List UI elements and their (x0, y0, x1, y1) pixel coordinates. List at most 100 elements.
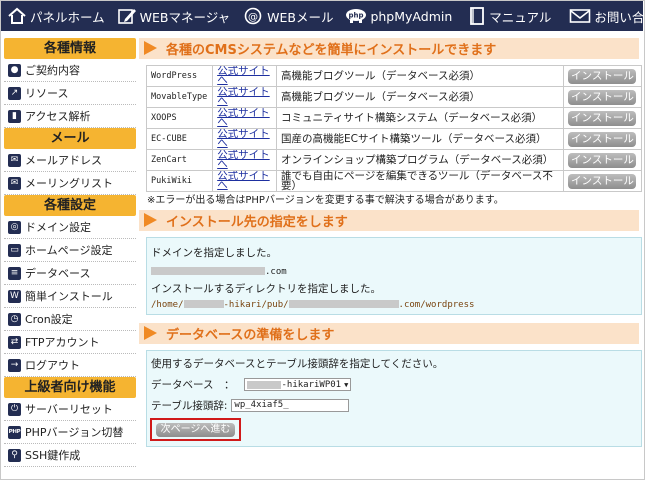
nav-home-label: パネルホーム (30, 9, 105, 25)
directory-path-part: .com/wordpress (398, 300, 475, 310)
sidebar-item-label: メーリングリスト (25, 177, 113, 190)
official-site-link[interactable]: 公式サイトへ (217, 109, 270, 128)
sidebar-item-domain[interactable]: ◎ ドメイン設定 (4, 216, 136, 239)
sidebar-item-logout[interactable]: → ログアウト (4, 354, 136, 377)
sidebar-item-mailing-list[interactable]: ✉ メーリングリスト (4, 172, 136, 195)
chevron-down-icon: ▼ (344, 380, 349, 389)
database-row: データベース ： -hikariWP01 ▼ (147, 376, 641, 393)
arrow-right-icon (144, 213, 157, 227)
install-button[interactable]: インストール (568, 131, 637, 147)
table-row: XOOPS 公式サイトへ コミュニティサイト構築システム（データベース必須） イ… (145, 107, 643, 129)
sidebar-item-label: ログアウト (25, 359, 80, 372)
official-site-link[interactable]: 公式サイトへ (217, 67, 270, 86)
official-site-link[interactable]: 公式サイトへ (217, 88, 270, 107)
sidebar-item-easy-install[interactable]: W 簡単インストール (4, 285, 136, 308)
sidebar-item-database[interactable]: ≡ データベース (4, 262, 136, 285)
arrow-right-icon (144, 326, 157, 340)
nav-manual[interactable]: マニュアル (456, 1, 555, 31)
install-button[interactable]: インストール (568, 89, 637, 105)
nav-phpmyadmin-label: phpMyAdmin (370, 8, 453, 24)
nav-home[interactable]: パネルホーム (1, 1, 109, 31)
sidebar-item-cron[interactable]: ◷ Cron設定 (4, 308, 136, 331)
php-elephant-icon: php (346, 9, 367, 23)
cms-name: EC-CUBE (145, 128, 214, 150)
cms-btn-cell: インストール (562, 149, 643, 171)
cms-site-cell: 公式サイトへ (212, 107, 278, 129)
prefix-input[interactable]: wp_4xiaf5_ (231, 399, 350, 412)
cms-desc: 高機能ブログツール（データベース必須） (276, 65, 564, 87)
install-button[interactable]: インストール (568, 68, 637, 84)
database-icon: ≡ (8, 266, 21, 280)
nav-webmail[interactable]: @ WEBメール (234, 1, 337, 31)
section-title: インストール先の指定をします (166, 215, 348, 230)
table-row: WordPress 公式サイトへ 高機能ブログツール（データベース必須） インス… (145, 65, 643, 87)
nav-phpmyadmin[interactable]: php phpMyAdmin (337, 1, 456, 31)
sidebar-heading-info: 各種情報 (4, 38, 136, 59)
official-site-link[interactable]: 公式サイトへ (217, 151, 270, 170)
sidebar-item-contract[interactable]: ● ご契約内容 (4, 59, 136, 82)
section-heading-install-target: インストール先の指定をします (139, 210, 639, 231)
at-sign-icon: @ (244, 7, 262, 25)
sidebar-item-label: アクセス解析 (25, 110, 91, 123)
official-site-link[interactable]: 公式サイトへ (217, 130, 270, 149)
database-select-value: -hikariWP01 (281, 379, 342, 390)
domain-suffix: .com (265, 267, 287, 277)
cms-name: ZenCart (145, 149, 214, 171)
cms-name: MovableType (145, 86, 214, 108)
sidebar-item-label: SSH鍵作成 (25, 449, 81, 462)
sidebar-item-label: FTPアカウント (25, 336, 100, 349)
wordpress-icon: W (8, 289, 21, 303)
sidebar-item-server-reset[interactable]: ⏻ サーバーリセット (4, 398, 136, 421)
table-row: PukiWiki 公式サイトへ 誰でも自由にページを編集できるツール（データベー… (145, 170, 643, 192)
cms-desc: 高機能ブログツール（データベース必須） (276, 86, 564, 108)
sidebar-heading-advanced: 上級者向け機能 (4, 377, 136, 398)
globe-icon: ◎ (8, 220, 21, 234)
sidebar-item-resource[interactable]: ↗ リソース (4, 82, 136, 105)
cms-name: WordPress (145, 65, 214, 87)
section-title: データベースの準備をします (166, 328, 335, 343)
php-icon: PHP (8, 425, 21, 439)
cms-btn-cell: インストール (562, 107, 643, 129)
table-row: MovableType 公式サイトへ 高機能ブログツール（データベース必須） イ… (145, 86, 643, 108)
nav-web-manager[interactable]: WEBマネージャ (109, 1, 234, 31)
table-row: ZenCart 公式サイトへ オンラインショップ構築プログラム（データベース必須… (145, 149, 643, 171)
install-button[interactable]: インストール (568, 173, 637, 189)
directory-path-part: /home/ (151, 300, 184, 310)
database-label: データベース ： (151, 379, 235, 391)
mailing-list-icon: ✉ (8, 176, 21, 190)
book-icon (470, 7, 485, 25)
next-page-button[interactable]: 次ページへ進む (156, 422, 235, 437)
sidebar-item-access-analysis[interactable]: ▮ アクセス解析 (4, 105, 136, 128)
svg-text:php: php (349, 12, 364, 20)
sidebar-item-homepage[interactable]: ▭ ホームページ設定 (4, 239, 136, 262)
svg-text:@: @ (248, 12, 258, 23)
nav-contact[interactable]: お問い合わせ (555, 1, 645, 31)
power-icon: ⏻ (8, 402, 21, 416)
cms-site-cell: 公式サイトへ (212, 149, 278, 171)
cms-btn-cell: インストール (562, 65, 643, 87)
install-button[interactable]: インストール (568, 110, 637, 126)
bar-chart-icon: ▮ (8, 109, 21, 123)
section-heading-database: データベースの準備をします (139, 323, 639, 344)
sidebar-item-ftp[interactable]: ⇄ FTPアカウント (4, 331, 136, 354)
sidebar-item-php-version[interactable]: PHP PHPバージョン切替 (4, 421, 136, 444)
nav-web-manager-label: WEBマネージャ (139, 9, 231, 25)
ftp-icon: ⇄ (8, 335, 21, 349)
official-site-link[interactable]: 公式サイトへ (217, 172, 270, 191)
install-target-box: ドメインを指定しました。 .com インストールするディレクトリを指定しました。… (146, 237, 642, 315)
database-select[interactable]: -hikariWP01 ▼ (244, 378, 352, 391)
sidebar-item-mail-address[interactable]: ✉ メールアドレス (4, 149, 136, 172)
cms-btn-cell: インストール (562, 170, 643, 192)
logout-icon: → (8, 358, 21, 372)
sidebar-heading-settings: 各種設定 (4, 195, 136, 216)
cms-name: XOOPS (145, 107, 214, 129)
directory-path: /home/ -hikari/pub/ .com/wordpress (147, 297, 641, 312)
arrow-right-icon (144, 41, 157, 55)
cms-site-cell: 公式サイトへ (212, 65, 278, 87)
sidebar: 各種情報 ● ご契約内容 ↗ リソース ▮ アクセス解析 メール ✉ メールアドレス ✉… (4, 38, 136, 467)
cms-site-cell: 公式サイトへ (212, 128, 278, 150)
install-button[interactable]: インストール (568, 152, 637, 168)
sidebar-item-ssh-key[interactable]: ⚲ SSH鍵作成 (4, 444, 136, 467)
sidebar-item-label: リソース (25, 87, 69, 100)
php-version-note: ※エラーが出る場合はPHPバージョンを変更する事で解決する場合があります。 (147, 195, 504, 206)
